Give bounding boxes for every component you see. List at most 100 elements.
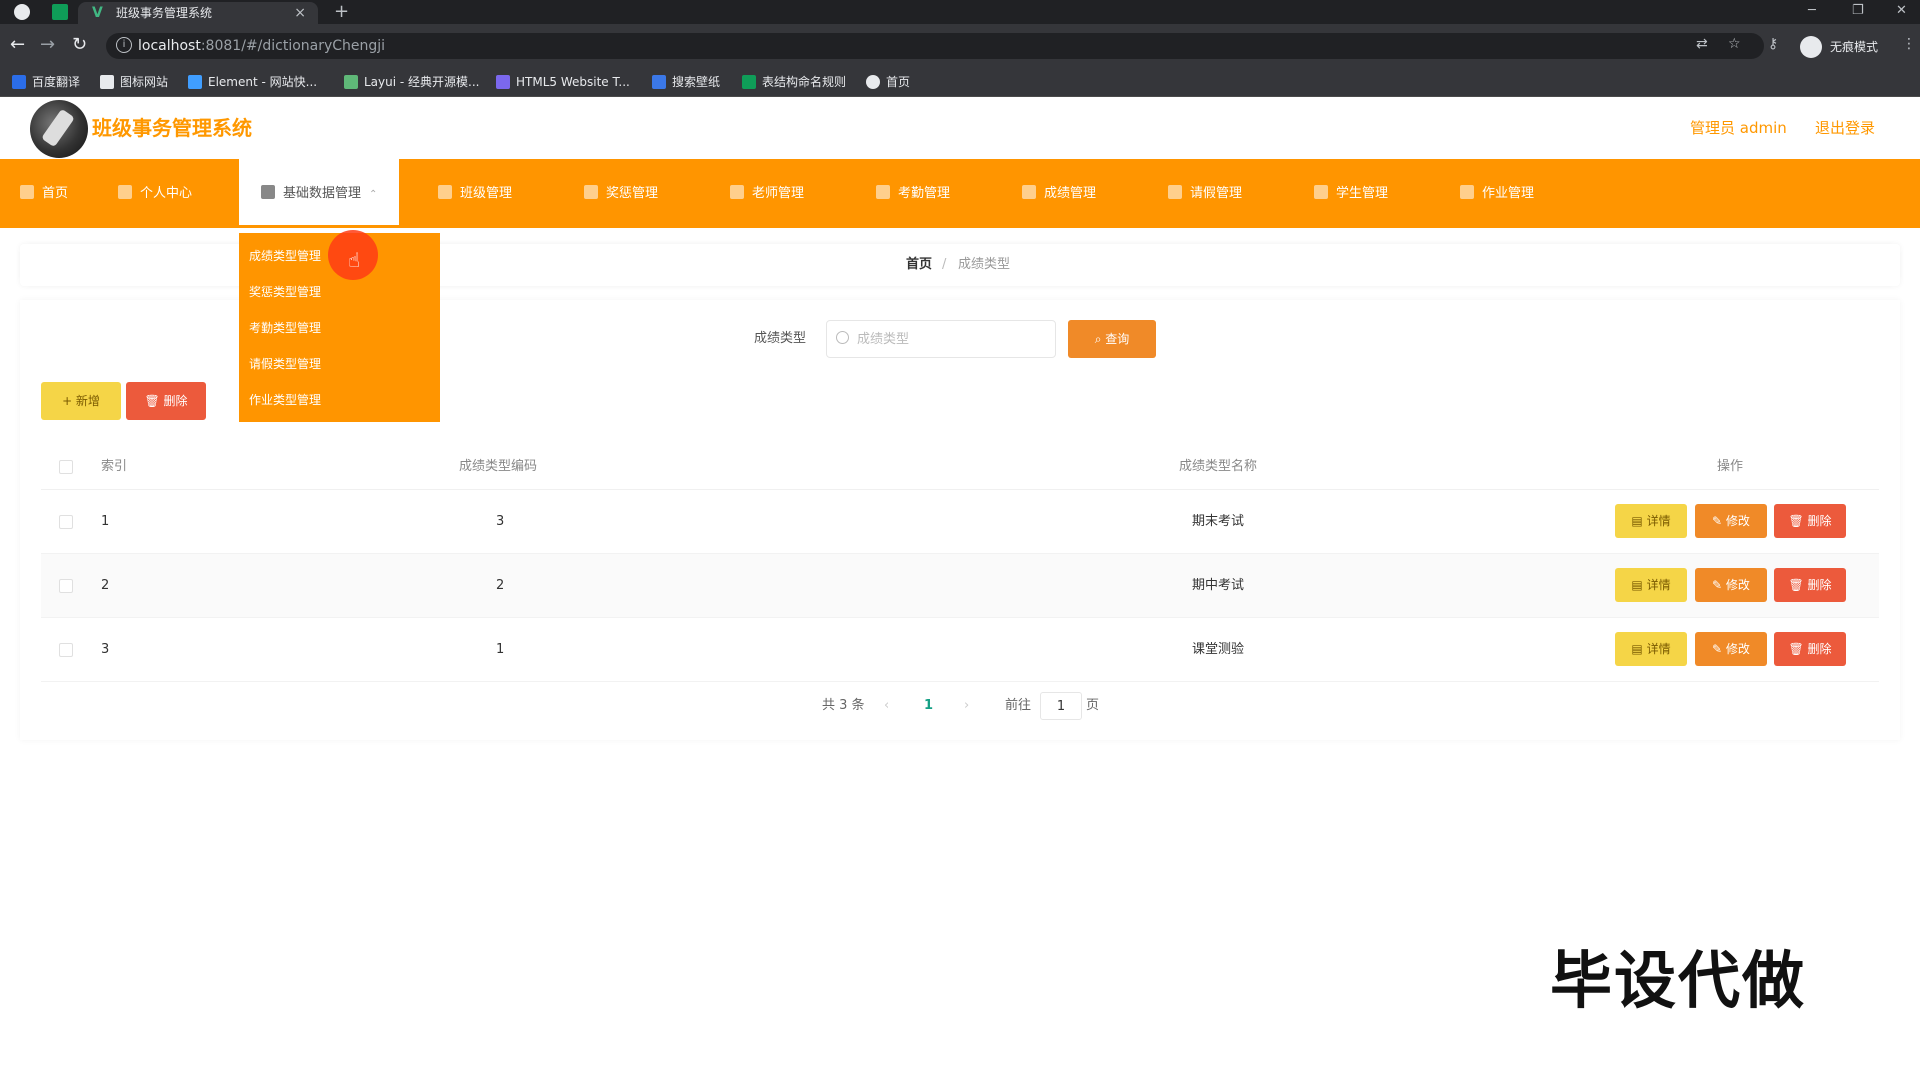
query-button[interactable]: ⌕ 查询 — [1068, 320, 1156, 358]
edit-icon: ✎ — [1712, 514, 1726, 528]
menu-item-grades[interactable]: 成绩管理 — [1022, 159, 1096, 228]
pagination-prev[interactable]: ‹ — [884, 694, 889, 718]
browser-app-icon[interactable] — [14, 4, 30, 20]
incognito-icon[interactable] — [1800, 36, 1822, 58]
select-all-checkbox[interactable] — [59, 460, 73, 474]
batch-delete-button[interactable]: 🗑 删除 — [126, 382, 206, 420]
layui-icon — [344, 75, 358, 89]
dropdown-item-homework-type[interactable]: 作业类型管理 — [249, 388, 321, 412]
search-input[interactable] — [826, 320, 1056, 358]
row-checkbox[interactable] — [59, 643, 73, 657]
restore-icon[interactable]: ❐ — [1852, 0, 1864, 22]
pagination-page-1[interactable]: 1 — [924, 694, 933, 718]
homework-icon — [1460, 185, 1474, 199]
watermark-text: 毕设代做 — [1550, 944, 1807, 1017]
new-tab-button[interactable]: + — [334, 0, 349, 24]
table-row: 1 3 期末考试 ▤ 详情 ✎ 修改 🗑 删除 — [41, 490, 1879, 554]
browser-menu-icon[interactable]: ⋮ — [1902, 36, 1916, 52]
row-checkbox[interactable] — [59, 579, 73, 593]
document-icon: ▤ — [1631, 642, 1647, 656]
sheet-tab-icon[interactable] — [52, 4, 68, 20]
forward-icon[interactable]: → — [40, 34, 55, 56]
bookmark-item[interactable]: Element - 网站快... — [188, 67, 317, 97]
menu-item-home[interactable]: 首页 — [20, 159, 68, 228]
cell-code: 1 — [496, 642, 505, 657]
home-icon — [20, 185, 34, 199]
vue-favicon-icon: V — [92, 5, 103, 21]
html5-icon — [496, 75, 510, 89]
pagination-next[interactable]: › — [964, 694, 969, 718]
site-info-icon[interactable]: i — [116, 37, 132, 53]
reload-icon[interactable]: ↻ — [72, 34, 87, 56]
browser-tab-active[interactable]: V 班级事务管理系统 × — [78, 2, 318, 24]
cell-name: 期中考试 — [1192, 578, 1245, 593]
url-text[interactable]: localhost:8081/#/dictionaryChengji — [138, 33, 385, 59]
menu-item-basic-data[interactable]: 基础数据管理 ⌃ — [239, 159, 400, 228]
pagination-goto-input[interactable] — [1040, 692, 1082, 720]
current-user: 管理员 admin — [1690, 119, 1787, 137]
address-bar[interactable]: i localhost:8081/#/dictionaryChengji — [106, 33, 1764, 59]
logout-link[interactable]: 退出登录 — [1815, 97, 1875, 159]
tab-title: 班级事务管理系统 — [116, 6, 213, 20]
bookmark-item[interactable]: 表结构命名规则 — [742, 67, 846, 97]
menu-item-reward[interactable]: 奖惩管理 — [584, 159, 658, 228]
column-header-code: 成绩类型编码 — [459, 459, 538, 474]
back-icon[interactable]: ← — [10, 34, 25, 56]
menu-item-class[interactable]: 班级管理 — [438, 159, 512, 228]
bookmark-item[interactable]: HTML5 Website T... — [496, 67, 630, 97]
bookmark-item[interactable]: 首页 — [866, 67, 910, 97]
menu-item-homework[interactable]: 作业管理 — [1460, 159, 1534, 228]
bookmark-item[interactable]: 图标网站 — [100, 67, 168, 97]
grades-icon — [1022, 185, 1036, 199]
delete-button[interactable]: 🗑 删除 — [1774, 504, 1846, 538]
detail-button[interactable]: ▤ 详情 — [1615, 568, 1687, 602]
bookmark-item[interactable]: Layui - 经典开源模... — [344, 67, 479, 97]
menu-item-profile[interactable]: 个人中心 — [118, 159, 192, 228]
leave-icon — [1168, 185, 1182, 199]
close-window-icon[interactable]: ✕ — [1896, 0, 1907, 22]
tab-close-icon[interactable]: × — [294, 2, 306, 24]
menu-item-leave[interactable]: 请假管理 — [1168, 159, 1242, 228]
attendance-icon — [876, 185, 890, 199]
delete-button[interactable]: 🗑 删除 — [1774, 568, 1846, 602]
browser-tab-bar: V 班级事务管理系统 × + ─ ❐ ✕ — [0, 0, 1920, 24]
sheet-icon — [742, 75, 756, 89]
person-icon — [261, 185, 275, 199]
bookmark-item[interactable]: 搜索壁纸 — [652, 67, 720, 97]
bookmark-item[interactable]: 百度翻译 — [12, 67, 80, 97]
breadcrumb-home[interactable]: 首页 — [906, 244, 932, 286]
column-header-actions: 操作 — [1717, 459, 1744, 474]
detail-button[interactable]: ▤ 详情 — [1615, 632, 1687, 666]
app-header: 班级事务管理系统 管理员 admin 退出登录 — [0, 97, 1920, 159]
bookmark-star-icon[interactable]: ☆ — [1728, 36, 1741, 52]
detail-button[interactable]: ▤ 详情 — [1615, 504, 1687, 538]
menu-item-student[interactable]: 学生管理 — [1314, 159, 1388, 228]
add-button[interactable]: + 新增 — [41, 382, 121, 420]
row-checkbox[interactable] — [59, 515, 73, 529]
cell-name: 期末考试 — [1192, 514, 1245, 529]
trash-icon: 🗑 — [1788, 514, 1808, 528]
cell-code: 2 — [496, 578, 505, 593]
edit-button[interactable]: ✎ 修改 — [1695, 632, 1767, 666]
minimize-icon[interactable]: ─ — [1808, 0, 1816, 22]
dropdown-item-attendance-type[interactable]: 考勤类型管理 — [249, 316, 321, 340]
edit-icon: ✎ — [1712, 642, 1726, 656]
reward-icon — [584, 185, 598, 199]
edit-button[interactable]: ✎ 修改 — [1695, 568, 1767, 602]
edit-button[interactable]: ✎ 修改 — [1695, 504, 1767, 538]
trash-icon: 🗑 — [1788, 642, 1808, 656]
translate-icon[interactable]: ⇄ — [1696, 36, 1708, 52]
dropdown-item-leave-type[interactable]: 请假类型管理 — [249, 352, 321, 376]
menu-item-teacher[interactable]: 老师管理 — [730, 159, 804, 228]
dropdown-item-reward-type[interactable]: 奖惩类型管理 — [249, 280, 321, 304]
delete-button[interactable]: 🗑 删除 — [1774, 632, 1846, 666]
pagination-goto-suffix: 页 — [1086, 698, 1100, 713]
table-row: 3 1 课堂测验 ▤ 详情 ✎ 修改 🗑 删除 — [41, 618, 1879, 682]
search-icon: ⌕ — [1094, 332, 1106, 346]
system-title: 班级事务管理系统 — [92, 116, 252, 140]
password-key-icon[interactable]: ⚷ — [1768, 36, 1778, 52]
breadcrumb-current: 成绩类型 — [958, 257, 1011, 272]
pagination-goto-label: 前往 — [1005, 698, 1032, 713]
menu-item-attendance[interactable]: 考勤管理 — [876, 159, 950, 228]
dropdown-item-grade-type[interactable]: 成绩类型管理 — [249, 244, 321, 268]
